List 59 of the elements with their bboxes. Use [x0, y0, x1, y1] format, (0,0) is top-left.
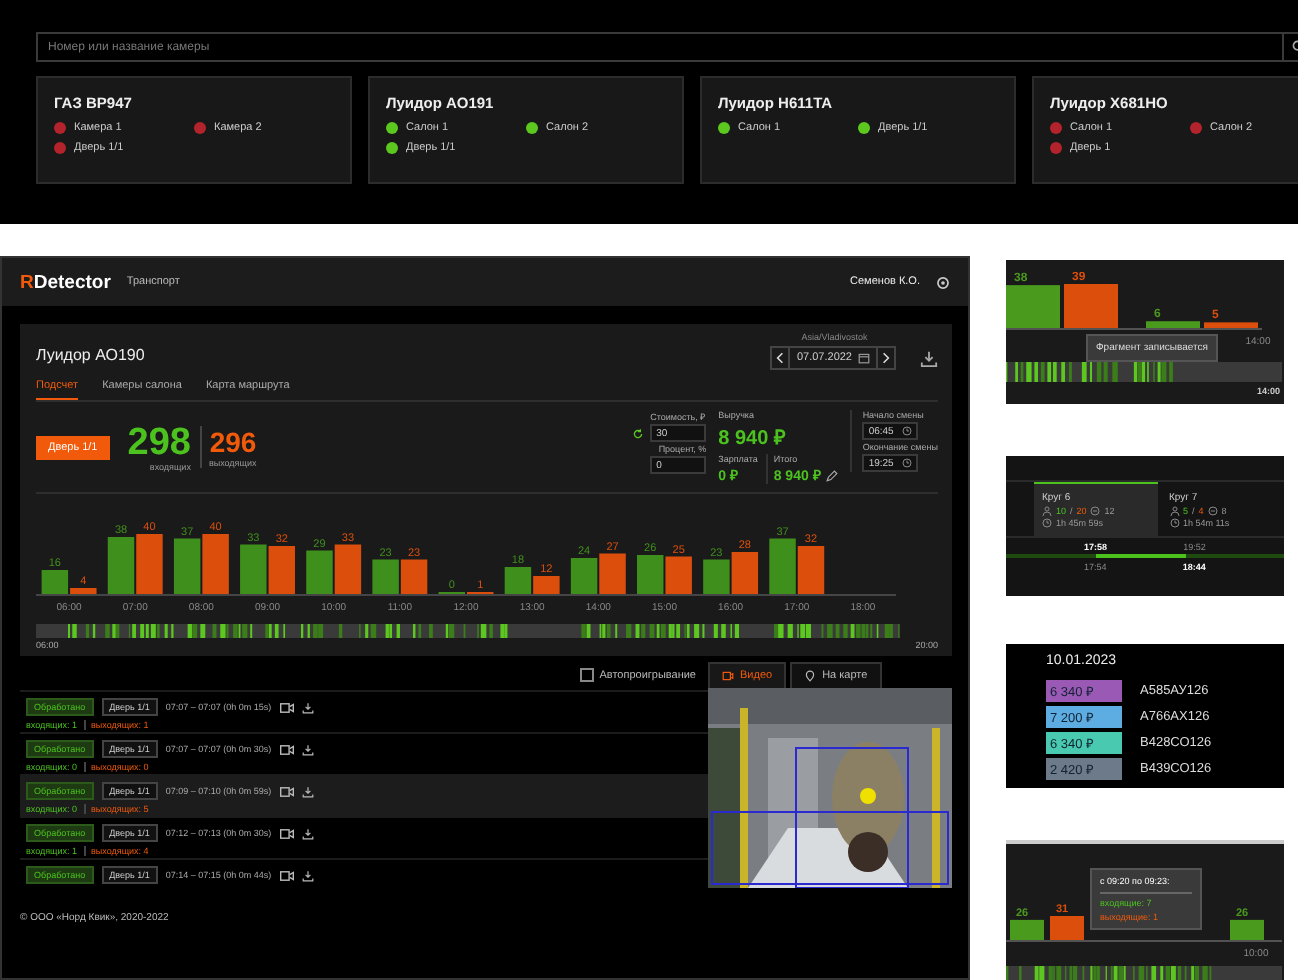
map-pin-icon	[804, 670, 817, 682]
chart-bar	[1146, 321, 1200, 328]
chart-bar	[334, 544, 362, 594]
chart-bar	[136, 534, 163, 594]
vehicle-title: Луидор АО190	[36, 346, 145, 368]
chart-bar	[1050, 916, 1084, 940]
chevron-left-icon	[776, 352, 785, 364]
chart-bar	[637, 555, 664, 594]
next-button[interactable]	[876, 346, 896, 370]
chart-bar	[173, 538, 201, 594]
chart-bar	[240, 544, 267, 594]
download-icon[interactable]	[301, 827, 314, 839]
chevron-right-icon	[882, 352, 890, 364]
chart-bar	[1204, 322, 1258, 328]
app-logo: RDetector	[20, 271, 111, 293]
clock-icon	[1169, 518, 1179, 528]
revenue-value: 8 940 ₽	[718, 426, 788, 450]
stop-icon	[1207, 506, 1218, 516]
calendar-icon	[858, 352, 870, 364]
chart-bar	[1064, 284, 1118, 328]
chart-bar	[268, 546, 295, 594]
chart-bar	[107, 537, 135, 594]
video-icon	[722, 670, 734, 682]
chart-bar	[1230, 919, 1264, 940]
person-icon	[1042, 506, 1052, 516]
chart-bar	[797, 546, 825, 594]
chart-bar	[570, 558, 598, 594]
clock-icon	[902, 426, 913, 436]
chart-bar	[372, 559, 399, 594]
refresh-icon[interactable]	[632, 427, 645, 439]
video-camera-icon[interactable]	[279, 869, 294, 881]
download-icon[interactable]	[301, 869, 314, 881]
clock-icon	[1042, 518, 1052, 528]
chart-bar	[1010, 919, 1044, 940]
chart-bar	[400, 559, 428, 594]
chart-bar	[202, 534, 229, 594]
video-camera-icon[interactable]	[279, 743, 294, 755]
stop-icon	[1090, 506, 1101, 516]
chart-bar	[599, 553, 626, 594]
chart-bar	[769, 538, 796, 594]
outgoing-count: 296	[209, 426, 257, 458]
download-icon[interactable]	[920, 349, 938, 367]
chart-bar	[731, 552, 759, 594]
person-icon	[1169, 506, 1179, 516]
video-camera-icon[interactable]	[279, 827, 294, 839]
download-icon[interactable]	[301, 743, 314, 755]
clock-icon	[902, 458, 913, 468]
pencil-icon[interactable]	[826, 469, 839, 481]
download-icon[interactable]	[301, 701, 314, 713]
chart-bar	[703, 559, 730, 594]
settings-icon[interactable]	[936, 275, 950, 289]
incoming-count: 298	[127, 423, 191, 461]
chart-bar	[665, 556, 692, 594]
download-icon[interactable]	[301, 785, 314, 797]
video-camera-icon[interactable]	[279, 785, 294, 797]
chart-bar	[1006, 285, 1060, 328]
chart-bar	[306, 550, 333, 594]
video-camera-icon[interactable]	[279, 701, 294, 713]
previous-button[interactable]	[770, 346, 791, 370]
